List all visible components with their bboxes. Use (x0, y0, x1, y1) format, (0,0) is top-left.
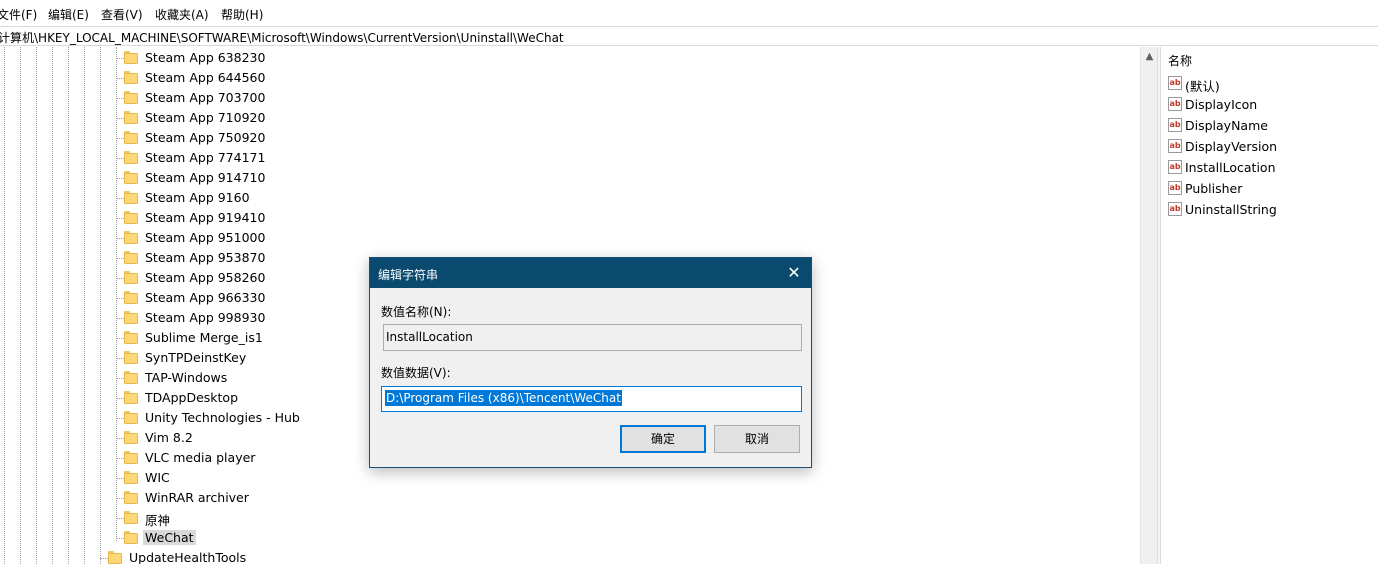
dialog-title: 编辑字符串 (378, 268, 439, 282)
tree-item-parent-sibling[interactable]: UpdateHealthTools (94, 548, 494, 564)
folder-icon (124, 111, 138, 124)
value-row[interactable]: ab DisplayIcon (1168, 94, 1368, 115)
string-value-icon: ab (1168, 181, 1182, 195)
tree-item[interactable]: Steam App 919410 (110, 208, 510, 228)
menu-help[interactable]: 帮助(H) (221, 6, 263, 23)
folder-icon (124, 351, 138, 364)
folder-icon (124, 211, 138, 224)
folder-icon (124, 71, 138, 84)
string-value-icon: ab (1168, 97, 1182, 111)
folder-icon (124, 331, 138, 344)
folder-icon (124, 231, 138, 244)
tree-item-selected[interactable]: WeChat (110, 528, 510, 548)
tree-item[interactable]: Steam App 710920 (110, 108, 510, 128)
address-path[interactable]: 计算机\HKEY_LOCAL_MACHINE\SOFTWARE\Microsof… (0, 29, 564, 46)
cancel-button[interactable]: 取消 (714, 425, 800, 453)
string-value-icon: ab (1168, 202, 1182, 216)
folder-icon (124, 391, 138, 404)
tree-guide-line (4, 47, 5, 564)
folder-icon (124, 411, 138, 424)
dialog-titlebar[interactable]: 编辑字符串 ✕ (370, 258, 811, 288)
folder-icon (124, 91, 138, 104)
value-row[interactable]: ab UninstallString (1168, 199, 1368, 220)
folder-icon (124, 531, 138, 544)
folder-icon (124, 271, 138, 284)
scroll-up-arrow-icon[interactable]: ▲ (1141, 47, 1158, 65)
folder-icon (124, 431, 138, 444)
menu-file[interactable]: 文件(F) (0, 6, 37, 23)
tree-guide-line (36, 47, 37, 564)
folder-icon (108, 551, 122, 564)
tree-item[interactable]: Steam App 644560 (110, 68, 510, 88)
value-data-input[interactable]: D:\Program Files (x86)\Tencent\WeChat (381, 386, 802, 412)
tree-guide-line (20, 47, 21, 564)
value-row[interactable]: ab InstallLocation (1168, 157, 1368, 178)
edit-string-dialog: 编辑字符串 ✕ 数值名称(N): InstallLocation 数值数据(V)… (369, 257, 812, 468)
folder-icon (124, 251, 138, 264)
tree-item[interactable]: Steam App 914710 (110, 168, 510, 188)
pane-splitter[interactable] (1157, 47, 1161, 564)
folder-icon (124, 471, 138, 484)
value-data-label: 数值数据(V): (381, 366, 451, 380)
folder-icon (124, 451, 138, 464)
folder-icon (124, 291, 138, 304)
tree-item[interactable]: Steam App 703700 (110, 88, 510, 108)
tree-item[interactable]: 原神 (110, 508, 510, 528)
folder-icon (124, 171, 138, 184)
folder-icon (124, 151, 138, 164)
tree-item[interactable]: Steam App 774171 (110, 148, 510, 168)
menu-view[interactable]: 查看(V) (101, 6, 143, 23)
value-row[interactable]: ab DisplayName (1168, 115, 1368, 136)
value-list[interactable]: 名称 ab (默认) ab DisplayIcon ab DisplayName ab… (1162, 47, 1378, 564)
string-value-icon: ab (1168, 160, 1182, 174)
tree-item[interactable]: WinRAR archiver (110, 488, 510, 508)
folder-icon (124, 371, 138, 384)
tree-scrollbar[interactable]: ▲ (1140, 47, 1157, 564)
value-row[interactable]: ab (默认) (1168, 73, 1368, 94)
value-data-text[interactable]: D:\Program Files (x86)\Tencent\WeChat (385, 390, 622, 406)
string-value-icon: ab (1168, 76, 1182, 90)
tree-item[interactable]: WIC (110, 468, 510, 488)
string-value-icon: ab (1168, 139, 1182, 153)
folder-icon (124, 131, 138, 144)
tree-guide-line (52, 47, 53, 564)
string-value-icon: ab (1168, 118, 1182, 132)
tree-guide-line (84, 47, 85, 564)
tree-item[interactable]: Steam App 750920 (110, 128, 510, 148)
folder-icon (124, 491, 138, 504)
close-icon[interactable]: ✕ (777, 258, 811, 288)
folder-icon (124, 311, 138, 324)
tree-guide-line (68, 47, 69, 564)
menu-favorites[interactable]: 收藏夹(A) (155, 6, 209, 23)
ok-button[interactable]: 确定 (620, 425, 706, 453)
folder-icon (124, 191, 138, 204)
menu-bar: 文件(F) 编辑(E) 查看(V) 收藏夹(A) 帮助(H) (0, 0, 1378, 26)
menu-edit[interactable]: 编辑(E) (48, 6, 89, 23)
tree-item[interactable]: Steam App 638230 (110, 48, 510, 68)
tree-guide-line (100, 47, 101, 564)
address-bar[interactable]: 计算机\HKEY_LOCAL_MACHINE\SOFTWARE\Microsof… (0, 26, 1378, 46)
folder-icon (124, 51, 138, 64)
value-name-field: InstallLocation (383, 324, 802, 351)
value-row[interactable]: ab Publisher (1168, 178, 1368, 199)
value-row[interactable]: ab DisplayVersion (1168, 136, 1368, 157)
tree-item[interactable]: Steam App 951000 (110, 228, 510, 248)
tree-item[interactable]: Steam App 9160 (110, 188, 510, 208)
column-header-name[interactable]: 名称 (1168, 52, 1192, 69)
value-name-label: 数值名称(N): (381, 305, 452, 319)
value-name-text: InstallLocation (386, 330, 473, 344)
folder-icon (124, 511, 138, 524)
